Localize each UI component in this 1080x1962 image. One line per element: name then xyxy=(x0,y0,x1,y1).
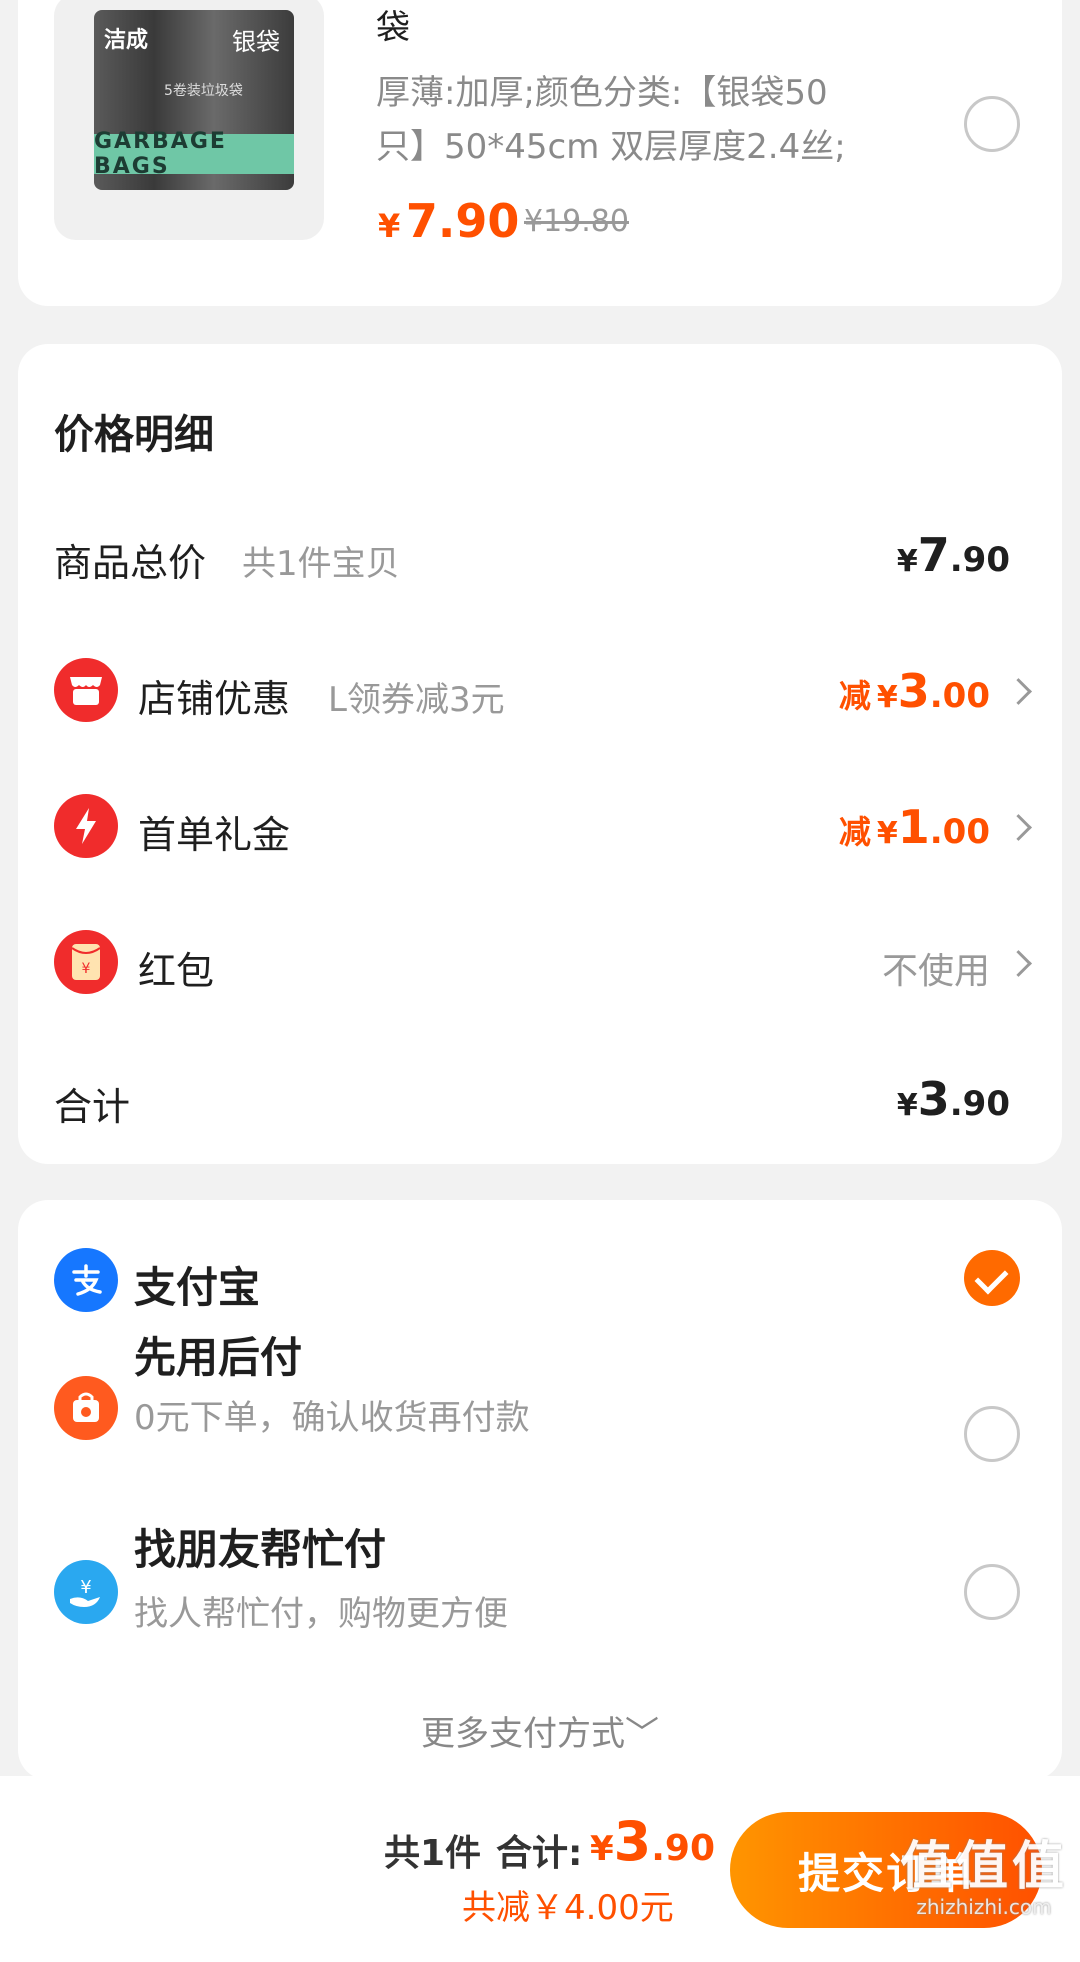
watermark-url: zhizhizhi.com xyxy=(916,1895,1052,1919)
product-spec-line: 只】50*45cm 双层厚度2.4丝; xyxy=(376,127,846,167)
currency-symbol: ¥ xyxy=(876,816,898,851)
total-label: 合计: xyxy=(496,1833,583,1874)
row-amount: 减 ¥3.00 xyxy=(839,664,990,718)
row-amount: ¥3.90 xyxy=(897,1072,1010,1126)
row-first-order-gift[interactable]: 首单礼金 减 ¥1.00 xyxy=(18,786,1062,866)
row-sub: 共1件宝贝 xyxy=(242,544,400,584)
row-shop-discount[interactable]: 店铺优惠 L领券减3元 减 ¥3.00 xyxy=(18,650,1062,730)
payment-card: 支付宝 先用后付 0元下单，确认收货再付款 ¥ 找朋友帮忙付 找人帮忙付，购物更… xyxy=(18,1200,1062,1780)
payment-name: 先用后付 xyxy=(134,1333,303,1382)
svg-text:¥: ¥ xyxy=(80,1577,91,1598)
product-select-radio[interactable] xyxy=(964,96,1020,152)
row-red-packet[interactable]: ¥ 红包 不使用 xyxy=(18,922,1062,1002)
product-package-image: 洁成 银袋 5卷装垃圾袋 GARBAGE BAGS xyxy=(94,10,294,190)
payment-name: 支付宝 xyxy=(134,1263,261,1312)
amount-int: 1 xyxy=(897,800,930,854)
payment-radio[interactable] xyxy=(964,1406,1020,1462)
discount-prefix: 减 xyxy=(838,813,871,851)
package-brand: 洁成 xyxy=(104,28,149,53)
chevron-right-icon xyxy=(1005,814,1032,841)
product-title: 袋 xyxy=(376,8,410,48)
amount-dec: .90 xyxy=(651,1828,716,1869)
product-card: 洁成 银袋 5卷装垃圾袋 GARBAGE BAGS 袋 厚薄:加厚;颜色分类:【… xyxy=(18,0,1062,306)
row-amount: ¥7.90 xyxy=(897,528,1010,582)
currency-symbol: ¥ xyxy=(896,1088,918,1123)
total-price: ¥3.90 xyxy=(590,1810,715,1873)
lightning-icon xyxy=(54,794,118,858)
item-count: 共1件 xyxy=(384,1833,482,1874)
amount-dec: .00 xyxy=(929,676,990,716)
product-thumbnail[interactable]: 洁成 银袋 5卷装垃圾袋 GARBAGE BAGS xyxy=(54,0,324,240)
row-label: 合计 xyxy=(54,1085,131,1129)
amount-int: 3 xyxy=(897,664,930,718)
chevron-right-icon xyxy=(1005,950,1032,977)
amount-dec: .90 xyxy=(949,1084,1010,1124)
price-detail-card: 价格明细 商品总价 共1件宝贝 ¥7.90 店铺优惠 L领券减3元 减 ¥3.00… xyxy=(18,344,1062,1164)
payment-desc: 找人帮忙付，购物更方便 xyxy=(134,1594,508,1634)
row-value: 不使用 xyxy=(881,951,990,992)
pay-later-icon xyxy=(54,1376,118,1440)
payment-radio[interactable] xyxy=(964,1564,1020,1620)
row-amount: 减 ¥1.00 xyxy=(839,800,990,854)
amount-int: 3 xyxy=(917,1072,950,1126)
row-item-total: 商品总价 共1件宝贝 ¥7.90 xyxy=(18,514,1062,594)
package-note: 5卷装垃圾袋 xyxy=(164,83,243,99)
payment-desc: 0元下单，确认收货再付款 xyxy=(134,1398,530,1438)
row-label: 店铺优惠 xyxy=(138,677,291,721)
product-original-price: ¥19.80 xyxy=(524,204,629,239)
row-label: 首单礼金 xyxy=(138,813,291,857)
price-detail-title: 价格明细 xyxy=(54,412,214,458)
friend-pay-icon: ¥ xyxy=(54,1560,118,1624)
amount-int: 3 xyxy=(613,1810,652,1873)
chevron-right-icon xyxy=(1005,678,1032,705)
package-band: GARBAGE BAGS xyxy=(94,129,294,179)
svg-text:¥: ¥ xyxy=(82,961,91,977)
payment-radio-checked[interactable] xyxy=(964,1250,1020,1306)
more-payment-methods[interactable]: 更多支付方式﹀ xyxy=(18,1706,1062,1755)
product-price: ¥ 7.90 xyxy=(378,194,519,248)
shop-coupon-icon xyxy=(54,658,118,722)
row-sub: L领券减3元 xyxy=(328,680,505,720)
amount-dec: .00 xyxy=(929,812,990,852)
currency-symbol: ¥ xyxy=(876,680,898,715)
watermark: 值值值 zhizhizhi.com xyxy=(900,1824,1068,1919)
total-saved: 共减￥4.00元 xyxy=(462,1888,674,1928)
payment-name: 找朋友帮忙付 xyxy=(134,1525,387,1574)
row-total: 合计 ¥3.90 xyxy=(18,1058,1062,1138)
row-label: 商品总价 xyxy=(54,541,207,585)
red-packet-icon: ¥ xyxy=(54,930,118,994)
row-label: 红包 xyxy=(138,949,215,993)
alipay-icon xyxy=(54,1248,118,1312)
currency-symbol: ¥ xyxy=(378,207,401,245)
package-bag-name: 银袋 xyxy=(232,28,280,56)
amount-int: 7 xyxy=(917,528,950,582)
watermark-mark: 值值值 xyxy=(899,1837,1068,1897)
currency-symbol: ¥ xyxy=(896,544,918,579)
discount-prefix: 减 xyxy=(838,677,871,715)
product-spec-line: 厚薄:加厚;颜色分类:【银袋50 xyxy=(376,73,828,113)
currency-symbol: ¥ xyxy=(590,1829,614,1869)
amount-dec: .90 xyxy=(949,540,1010,580)
product-spec: 厚薄:加厚;颜色分类:【银袋50 只】50*45cm 双层厚度2.4丝; xyxy=(376,66,916,174)
product-price-value: 7.90 xyxy=(405,194,520,248)
